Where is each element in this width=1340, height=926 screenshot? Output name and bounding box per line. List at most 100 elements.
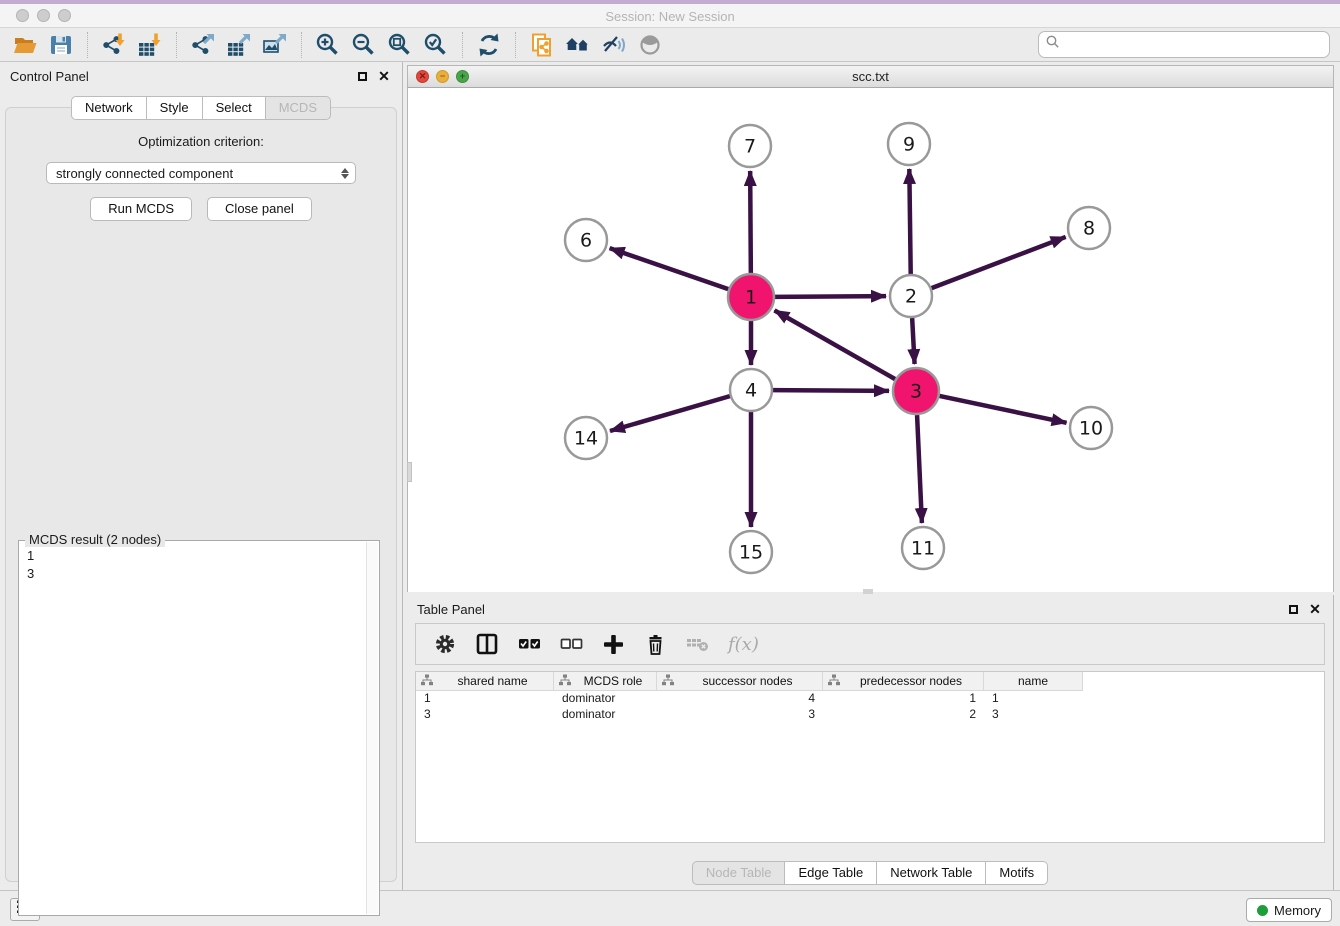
run-mcds-button[interactable]: Run MCDS [90, 197, 192, 221]
node-4[interactable]: 4 [730, 369, 772, 411]
mcds-result-list[interactable]: 13 [19, 541, 379, 589]
edge-3-11[interactable] [917, 415, 922, 523]
tab-network-table[interactable]: Network Table [877, 861, 986, 885]
tab-motifs[interactable]: Motifs [986, 861, 1048, 885]
edge-3-10[interactable] [939, 396, 1066, 423]
edge-2-3[interactable] [912, 318, 914, 364]
import-table-icon[interactable] [135, 31, 165, 59]
table-row[interactable]: 3dominator323 [416, 707, 1324, 723]
function-builder-icon: f(x) [728, 634, 759, 655]
export-image-icon[interactable] [260, 31, 290, 59]
table-cell: dominator [554, 691, 657, 707]
memory-button[interactable]: Memory [1246, 898, 1332, 922]
first-neighbors-icon[interactable] [563, 31, 593, 59]
toolbar-separator [462, 32, 463, 58]
edge-1-6[interactable] [610, 248, 729, 289]
svg-text:2: 2 [905, 286, 917, 308]
optimization-criterion-select[interactable]: strongly connected component [46, 162, 356, 184]
node-2[interactable]: 2 [890, 275, 932, 317]
open-session-icon[interactable] [10, 31, 40, 59]
zoom-selected-icon[interactable] [421, 31, 451, 59]
search-input[interactable] [1061, 35, 1329, 55]
column-header-MCDS-role[interactable]: MCDS role [554, 672, 657, 691]
table-row[interactable]: 1dominator411 [416, 691, 1324, 707]
attribute-icon [662, 674, 674, 689]
close-panel-icon[interactable]: ✕ [376, 68, 392, 84]
node-9[interactable]: 9 [888, 123, 930, 165]
table-cell: 3 [984, 707, 1083, 723]
edge-3-1[interactable] [774, 310, 895, 379]
deselect-all-checks-icon[interactable] [560, 633, 583, 656]
node-11[interactable]: 11 [902, 527, 944, 569]
edge-4-3[interactable] [773, 390, 889, 391]
table-close-panel-icon[interactable]: ✕ [1307, 601, 1323, 617]
node-15[interactable]: 15 [730, 531, 772, 573]
network-view-canvas[interactable]: 1 2 3 4 6 7 8 9 10 11 14 15 [407, 88, 1334, 592]
table-cell: dominator [554, 707, 657, 723]
bottom-splitter-grip[interactable] [863, 589, 873, 594]
toolbar-separator [301, 32, 302, 58]
toggle-columns-icon[interactable] [476, 633, 499, 656]
refresh-layout-icon[interactable] [474, 31, 504, 59]
node-10[interactable]: 10 [1070, 407, 1112, 449]
search-field[interactable] [1038, 31, 1330, 58]
mcds-result-node: 1 [27, 547, 371, 565]
network-window-titlebar[interactable]: ✕ − + scc.txt [407, 65, 1334, 88]
result-scrollbar[interactable] [366, 542, 378, 914]
node-table-body: 1dominator4113dominator323 [416, 691, 1324, 723]
float-panel-icon[interactable] [354, 68, 370, 84]
edge-2-9[interactable] [909, 169, 910, 274]
column-label: successor nodes [678, 674, 817, 688]
settings-gear-icon[interactable] [434, 633, 457, 656]
svg-text:7: 7 [744, 136, 756, 158]
tab-mcds[interactable]: MCDS [266, 96, 331, 120]
add-row-icon[interactable] [602, 633, 625, 656]
node-8[interactable]: 8 [1068, 207, 1110, 249]
tab-node-table[interactable]: Node Table [692, 861, 786, 885]
tab-network[interactable]: Network [71, 96, 147, 120]
network-graph[interactable]: 1 2 3 4 6 7 8 9 10 11 14 15 [408, 88, 1335, 592]
left-splitter-grip[interactable] [407, 462, 412, 482]
table-panel: Table Panel ✕ f(x) shared nameMCDS roles… [407, 595, 1334, 890]
select-all-checks-icon[interactable] [518, 633, 541, 656]
delete-row-icon[interactable] [644, 633, 667, 656]
toolbar-separator [87, 32, 88, 58]
optimization-criterion-label: Optimization criterion: [6, 134, 396, 149]
edge-1-2[interactable] [775, 296, 886, 297]
zoom-in-icon[interactable] [313, 31, 343, 59]
column-header-successor-nodes[interactable]: successor nodes [657, 672, 823, 691]
node-3[interactable]: 3 [893, 368, 939, 414]
column-header-predecessor-nodes[interactable]: predecessor nodes [823, 672, 984, 691]
hide-selected-icon[interactable] [599, 31, 629, 59]
edge-2-8[interactable] [932, 237, 1066, 288]
save-session-icon[interactable] [46, 31, 76, 59]
close-panel-button[interactable]: Close panel [207, 197, 312, 221]
export-network-icon[interactable] [188, 31, 218, 59]
search-icon [1045, 34, 1061, 55]
new-network-from-selection-icon[interactable] [527, 31, 557, 59]
table-float-panel-icon[interactable] [1285, 601, 1301, 617]
mcds-result-title: MCDS result (2 nodes) [25, 532, 165, 547]
control-panel-title: Control Panel [10, 69, 348, 84]
edge-1-7[interactable] [750, 171, 751, 273]
zoom-fit-icon[interactable] [385, 31, 415, 59]
column-header-name[interactable]: name [984, 672, 1083, 691]
svg-text:14: 14 [574, 428, 598, 450]
node-6[interactable]: 6 [565, 219, 607, 261]
column-header-shared-name[interactable]: shared name [416, 672, 554, 691]
import-network-icon[interactable] [99, 31, 129, 59]
node-table: shared nameMCDS role successor nodes prede… [415, 671, 1325, 843]
node-table-header: shared nameMCDS role successor nodes prede… [416, 672, 1324, 691]
node-7[interactable]: 7 [729, 125, 771, 167]
svg-text:3: 3 [910, 381, 922, 403]
tab-style[interactable]: Style [147, 96, 203, 120]
node-14[interactable]: 14 [565, 417, 607, 459]
show-all-icon[interactable] [635, 31, 665, 59]
tab-select[interactable]: Select [203, 96, 266, 120]
delete-table-icon [686, 633, 709, 656]
tab-edge-table[interactable]: Edge Table [785, 861, 877, 885]
export-table-icon[interactable] [224, 31, 254, 59]
node-1[interactable]: 1 [728, 274, 774, 320]
zoom-out-icon[interactable] [349, 31, 379, 59]
edge-4-14[interactable] [610, 396, 730, 431]
